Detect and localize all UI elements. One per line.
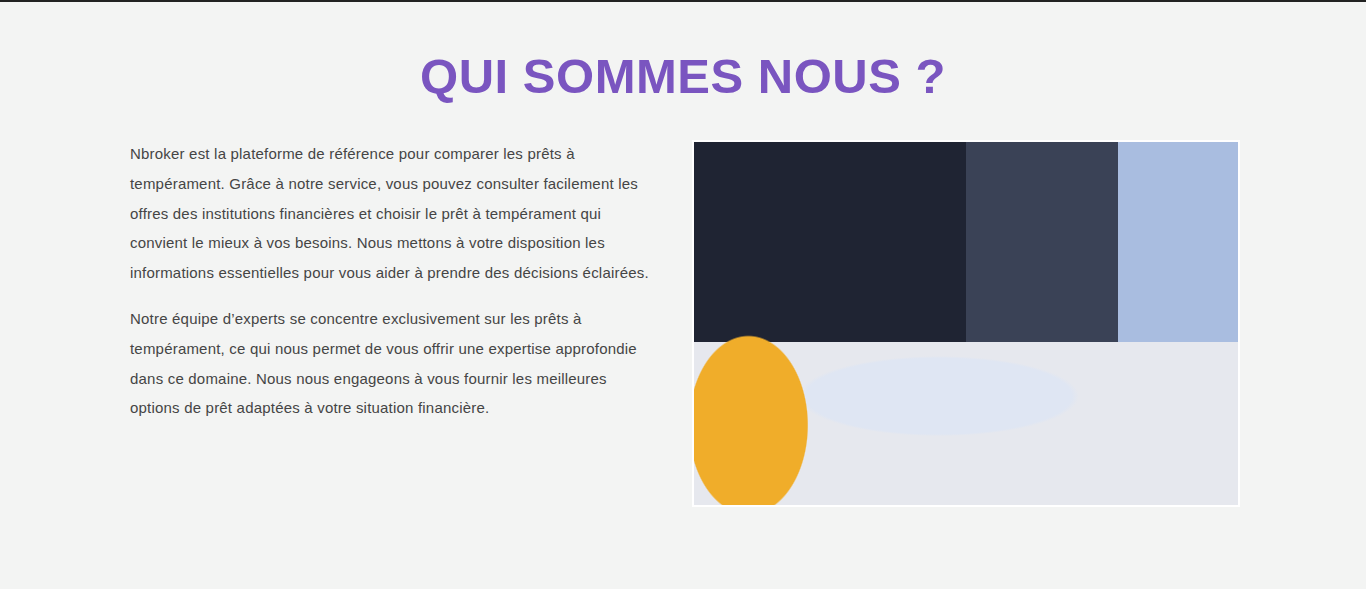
office-photo	[692, 140, 1240, 507]
paragraph: Notre équipe d’experts se concentre excl…	[130, 304, 658, 423]
section-title: QUI SOMMES NOUS ?	[130, 48, 1236, 104]
top-border	[0, 0, 1366, 2]
content-columns: Nbroker est la plateforme de référence p…	[130, 139, 1236, 507]
photo-image	[694, 142, 1238, 505]
page: QUI SOMMES NOUS ? Nbroker est la platefo…	[0, 0, 1366, 589]
text-column: Nbroker est la plateforme de référence p…	[130, 139, 658, 507]
paragraph: Nbroker est la plateforme de référence p…	[130, 139, 658, 288]
about-section: QUI SOMMES NOUS ? Nbroker est la platefo…	[130, 2, 1236, 507]
